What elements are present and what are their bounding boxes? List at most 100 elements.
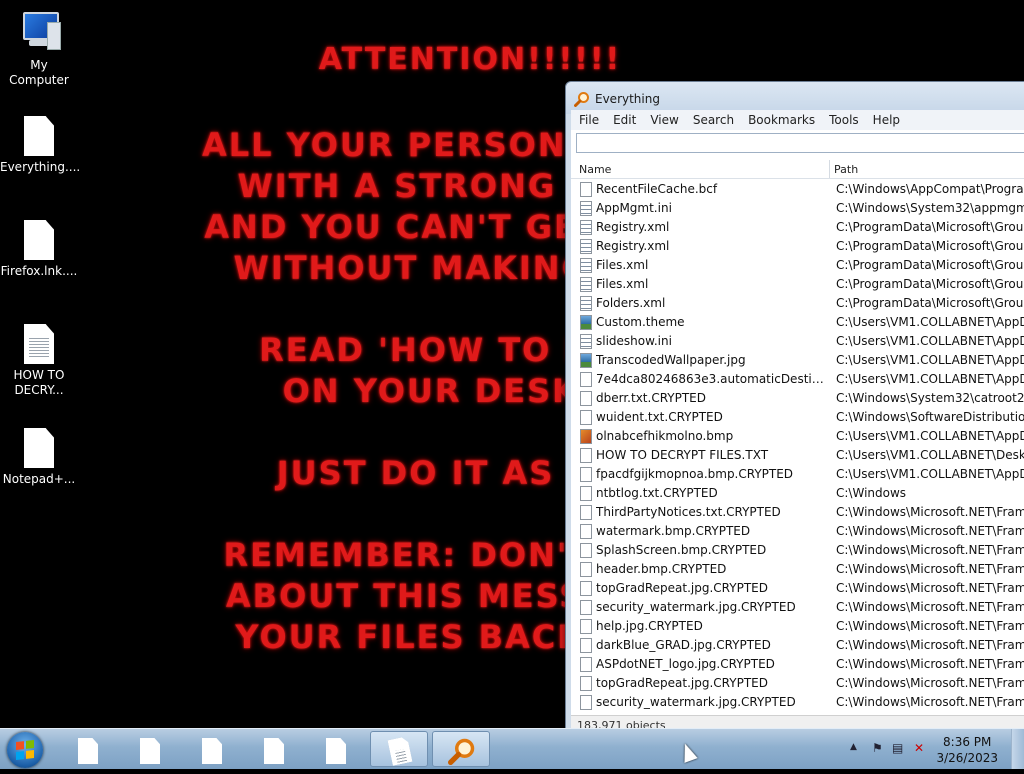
table-row[interactable]: watermark.bmp.CRYPTED C:\Windows\Microsof… [571,522,1024,541]
file-path: C:\Windows\Microsoft.NET\Framew [836,543,1024,557]
file-path: C:\Windows\Microsoft.NET\Framew [836,505,1024,519]
file-path: C:\Users\VM1.COLLABNET\AppData [836,334,1024,348]
file-icon [24,116,54,156]
file-type-icon [580,296,592,311]
network-icon[interactable]: ▤ [892,741,903,755]
file-type-icon [580,657,592,672]
table-row[interactable]: ntbtlog.txt.CRYPTED C:\Windows [571,484,1024,503]
file-path: C:\ProgramData\Microsoft\Group P [836,239,1024,253]
file-type-icon [580,239,592,254]
column-name[interactable]: Name [579,163,611,176]
file-type-icon [580,182,592,197]
table-row[interactable]: 7e4dca80246863e3.automaticDestinations..… [571,370,1024,389]
file-type-icon [580,486,592,501]
taskbar-button-file-5[interactable] [308,731,364,767]
file-name: Files.xml [596,277,649,291]
menu-search[interactable]: Search [685,110,740,127]
file-path: C:\Windows\Microsoft.NET\Framew [836,562,1024,576]
menu-edit[interactable]: Edit [605,110,642,127]
file-type-icon [580,638,592,653]
table-row[interactable]: slideshow.ini C:\Users\VM1.COLLABNET\AppD… [571,332,1024,351]
clock[interactable]: 8:36 PM 3/26/2023 [936,734,998,766]
volume-muted-icon[interactable]: ✕ [914,741,924,755]
file-name: RecentFileCache.bcf [596,182,718,196]
file-type-icon [580,448,592,463]
taskbar-button-file-2[interactable] [122,731,178,767]
menu-help[interactable]: Help [865,110,906,127]
table-row[interactable]: RecentFileCache.bcf C:\Windows\AppCompat\… [571,180,1024,199]
table-row[interactable]: olnabcefhikmolno.bmp C:\Users\VM1.COLLABN… [571,427,1024,446]
desktop-icon-how-to-decrypt[interactable]: HOW TO DECRY... [0,324,78,398]
menu-tools[interactable]: Tools [821,110,865,127]
everything-window[interactable]: Everything File Edit View Search Bookmarks To… [565,81,1024,735]
file-type-icon [580,543,592,558]
file-path: C:\Windows\Microsoft.NET\Framew [836,619,1024,633]
table-row[interactable]: ASPdotNET_logo.jpg.CRYPTED C:\Windows\Mic… [571,655,1024,674]
table-row[interactable]: SplashScreen.bmp.CRYPTED C:\Windows\Micro… [571,541,1024,560]
taskbar-button-everything[interactable] [432,731,490,767]
table-row[interactable]: topGradRepeat.jpg.CRYPTED C:\Windows\Micr… [571,579,1024,598]
table-row[interactable]: Files.xml C:\ProgramData\Microsoft\Group … [571,275,1024,294]
table-row[interactable]: header.bmp.CRYPTED C:\Windows\Microsoft.N… [571,560,1024,579]
file-path: C:\Windows\AppCompat\Programs [836,182,1024,196]
column-divider[interactable] [829,160,830,178]
table-row[interactable]: dberr.txt.CRYPTED C:\Windows\System32\cat… [571,389,1024,408]
table-row[interactable]: darkBlue_GRAD.jpg.CRYPTED C:\Windows\Micr… [571,636,1024,655]
taskbar-button-file-4[interactable] [246,731,302,767]
table-row[interactable]: AppMgmt.ini C:\Windows\System32\appmgmt\M [571,199,1024,218]
file-path: C:\Users\VM1.COLLABNET\AppData [836,353,1024,367]
show-hidden-icons-arrow[interactable]: ▲ [850,742,857,752]
start-button[interactable] [7,732,43,768]
file-name: olnabcefhikmolno.bmp [596,429,734,443]
window-title: Everything [595,92,660,106]
clock-date: 3/26/2023 [936,751,998,765]
file-path: C:\ProgramData\Microsoft\Group P [836,296,1024,310]
file-path: C:\Windows\Microsoft.NET\Framew [836,581,1024,595]
menu-file[interactable]: File [571,110,605,127]
search-input[interactable] [576,133,1024,153]
file-type-icon [580,619,592,634]
table-row[interactable]: Folders.xml C:\ProgramData\Microsoft\Grou… [571,294,1024,313]
file-path: C:\Users\VM1.COLLABNET\Desktop [836,448,1024,462]
file-path: C:\ProgramData\Microsoft\Group P [836,258,1024,272]
table-row[interactable]: Registry.xml C:\ProgramData\Microsoft\Gro… [571,218,1024,237]
table-row[interactable]: help.jpg.CRYPTED C:\Windows\Microsoft.NET… [571,617,1024,636]
desktop-icon-notepad[interactable]: Notepad+... [0,428,78,487]
table-row[interactable]: security_watermark.jpg.CRYPTED C:\Windows… [571,693,1024,712]
action-center-flag-icon[interactable]: ⚑ [872,741,883,755]
taskbar-button-file-1[interactable] [60,731,116,767]
taskbar-button-file-3[interactable] [184,731,240,767]
desktop-icon-label: Firefox.lnk.... [0,264,78,278]
desktop-icon-label: Notepad+... [2,472,76,486]
taskbar-button-notepad[interactable] [370,731,428,767]
file-name: Registry.xml [596,239,670,253]
table-row[interactable]: wuident.txt.CRYPTED C:\Windows\SoftwareDi… [571,408,1024,427]
show-desktop-button[interactable] [1011,729,1024,769]
file-type-icon [580,467,592,482]
file-path: C:\Users\VM1.COLLABNET\AppData [836,315,1024,329]
file-path: C:\Windows\SoftwareDistribution\S [836,410,1024,424]
table-row[interactable]: Custom.theme C:\Users\VM1.COLLABNET\AppDa… [571,313,1024,332]
desktop-icon-my-computer[interactable]: My Computer [0,10,78,88]
desktop-icon-firefox[interactable]: Firefox.lnk.... [0,220,78,279]
table-row[interactable]: Files.xml C:\ProgramData\Microsoft\Group … [571,256,1024,275]
file-name: topGradRepeat.jpg.CRYPTED [596,676,768,690]
file-name: darkBlue_GRAD.jpg.CRYPTED [596,638,771,652]
menu-bookmarks[interactable]: Bookmarks [740,110,821,127]
table-row[interactable]: ThirdPartyNotices.txt.CRYPTED C:\Windows\… [571,503,1024,522]
file-icon [24,428,54,468]
column-path[interactable]: Path [834,163,858,176]
clock-time: 8:36 PM [943,735,992,749]
menu-view[interactable]: View [642,110,684,127]
table-row[interactable]: topGradRepeat.jpg.CRYPTED C:\Windows\Micr… [571,674,1024,693]
desktop-icon-everything[interactable]: Everything.... [0,116,80,175]
table-row[interactable]: Registry.xml C:\ProgramData\Microsoft\Gro… [571,237,1024,256]
file-name: help.jpg.CRYPTED [596,619,703,633]
table-row[interactable]: HOW TO DECRYPT FILES.TXT C:\Users\VM1.COL… [571,446,1024,465]
file-name: fpacdfgijkmopnoa.bmp.CRYPTED [596,467,794,481]
table-row[interactable]: TranscodedWallpaper.jpg C:\Users\VM1.COLL… [571,351,1024,370]
table-row[interactable]: fpacdfgijkmopnoa.bmp.CRYPTED C:\Users\VM1… [571,465,1024,484]
file-type-icon [580,315,592,330]
file-icon [140,738,160,764]
table-row[interactable]: security_watermark.jpg.CRYPTED C:\Windows… [571,598,1024,617]
